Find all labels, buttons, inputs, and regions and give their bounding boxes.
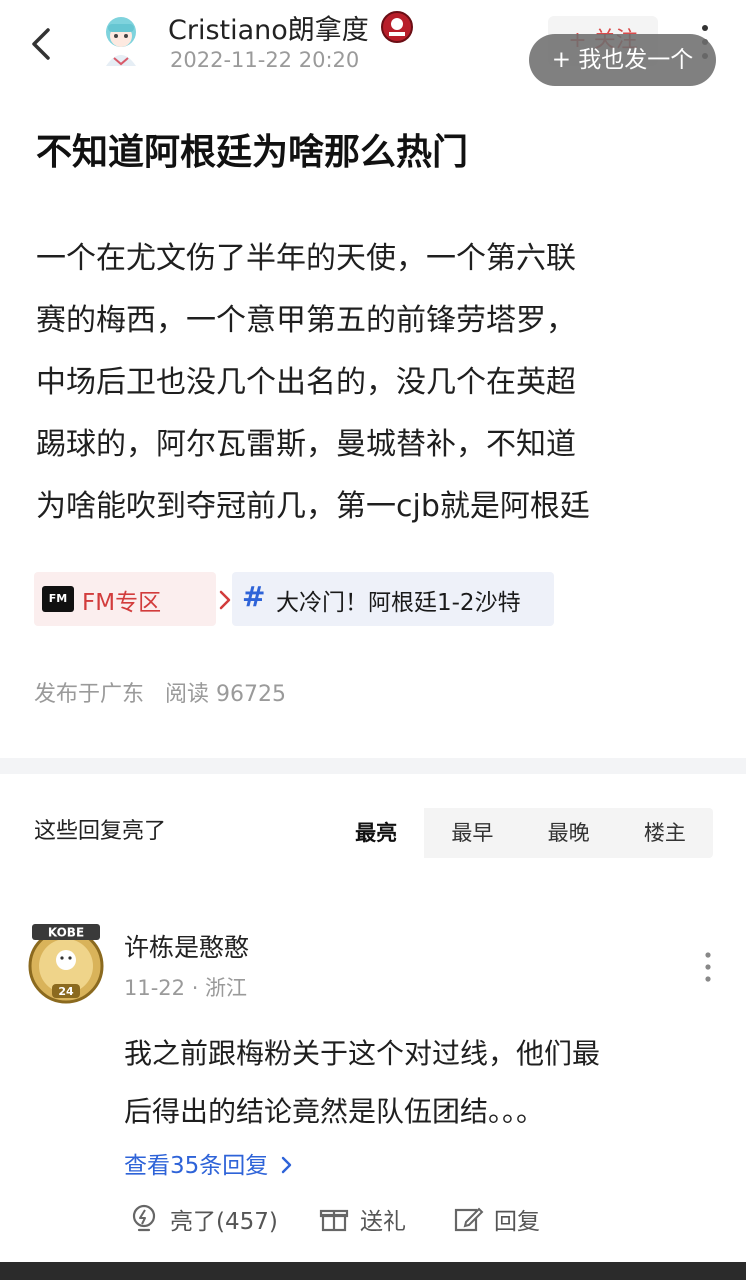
- section-divider: [0, 758, 746, 774]
- club-badge-icon: [380, 10, 414, 44]
- post-title: 不知道阿根廷为啥那么热门: [36, 132, 469, 173]
- post-meta: 发布于广东 阅读 96725: [34, 676, 300, 708]
- view-replies-link[interactable]: 查看35条回复: [124, 1146, 294, 1180]
- gift-icon: [319, 1209, 349, 1232]
- view-replies-label: 查看35条回复: [124, 1153, 269, 1179]
- reply-sort-tabs: 最亮 最早 最晚 楼主: [328, 808, 713, 858]
- sort-tab-hottest[interactable]: 最亮: [328, 808, 425, 858]
- comment-more-icon[interactable]: [702, 950, 714, 984]
- chevron-left-icon: [32, 28, 50, 60]
- sort-tab-op[interactable]: 楼主: [617, 808, 713, 858]
- gift-button[interactable]: 送礼: [318, 1202, 406, 1236]
- chevron-right-icon: [281, 1156, 291, 1174]
- like-button[interactable]: 亮了(457): [128, 1202, 278, 1236]
- comment-text-line: 后得出的结论竟然是队伍团结。。。: [124, 1095, 545, 1128]
- author-avatar[interactable]: [96, 14, 146, 70]
- reply-button[interactable]: 回复: [452, 1202, 540, 1236]
- avatar-number-text: 24: [58, 985, 74, 998]
- fm-zone-label: FM专区: [82, 590, 162, 616]
- back-button[interactable]: [22, 24, 62, 64]
- chevron-right-icon: [219, 590, 231, 610]
- bottom-edge-strip: [0, 1262, 746, 1280]
- post-date: 2022-11-22 20:20: [170, 48, 360, 72]
- post-body: 一个在尤文伤了半年的天使，一个第六联 赛的梅西，一个意甲第五的前锋劳塔罗， 中场…: [36, 228, 726, 538]
- fm-zone-tag[interactable]: FM FM专区: [34, 572, 231, 626]
- fm-logo-icon: FM: [42, 586, 74, 612]
- post-too-button[interactable]: + 我也发一个: [529, 34, 716, 86]
- post-reads: 阅读 96725: [165, 682, 286, 707]
- like-count-label: 亮了(457): [170, 1209, 278, 1235]
- reply-label: 回复: [494, 1209, 540, 1235]
- edit-icon: [454, 1207, 484, 1232]
- commenter-avatar[interactable]: KOBE 24: [26, 920, 108, 1004]
- author-name[interactable]: Cristiano朗拿度: [168, 8, 369, 47]
- replies-section-title: 这些回复亮了: [34, 819, 167, 844]
- commenter-username[interactable]: 许栋是憨憨: [124, 928, 249, 964]
- comment-text-line: 我之前跟梅粉关于这个对过线，他们最: [124, 1037, 601, 1070]
- lightbulb-icon: [132, 1204, 156, 1232]
- sort-tab-earliest[interactable]: 最早: [424, 808, 520, 858]
- hashtag-icon: #: [242, 580, 266, 613]
- comment-text: 我之前跟梅粉关于这个对过线，他们最 后得出的结论竟然是队伍团结。。。: [124, 1025, 724, 1141]
- post-body-line: 为啥能吹到夺冠前几，第一cjb就是阿根廷: [36, 489, 590, 524]
- comment-meta: 11-22 · 浙江: [124, 976, 248, 1000]
- post-body-line: 赛的梅西，一个意甲第五的前锋劳塔罗，: [36, 303, 576, 338]
- post-body-line: 中场后卫也没几个出名的，没几个在英超: [36, 365, 576, 400]
- gift-label: 送礼: [360, 1209, 406, 1235]
- sort-tab-latest[interactable]: 最晚: [521, 808, 617, 858]
- topic-label: 大冷门！阿根廷1-2沙特: [276, 590, 521, 616]
- post-location: 发布于广东: [34, 682, 145, 707]
- avatar-kobe-text: KOBE: [48, 926, 84, 940]
- topic-tag[interactable]: # 大冷门！阿根廷1-2沙特: [232, 572, 554, 626]
- post-body-line: 踢球的，阿尔瓦雷斯，曼城替补，不知道: [36, 427, 576, 462]
- post-body-line: 一个在尤文伤了半年的天使，一个第六联: [36, 241, 576, 276]
